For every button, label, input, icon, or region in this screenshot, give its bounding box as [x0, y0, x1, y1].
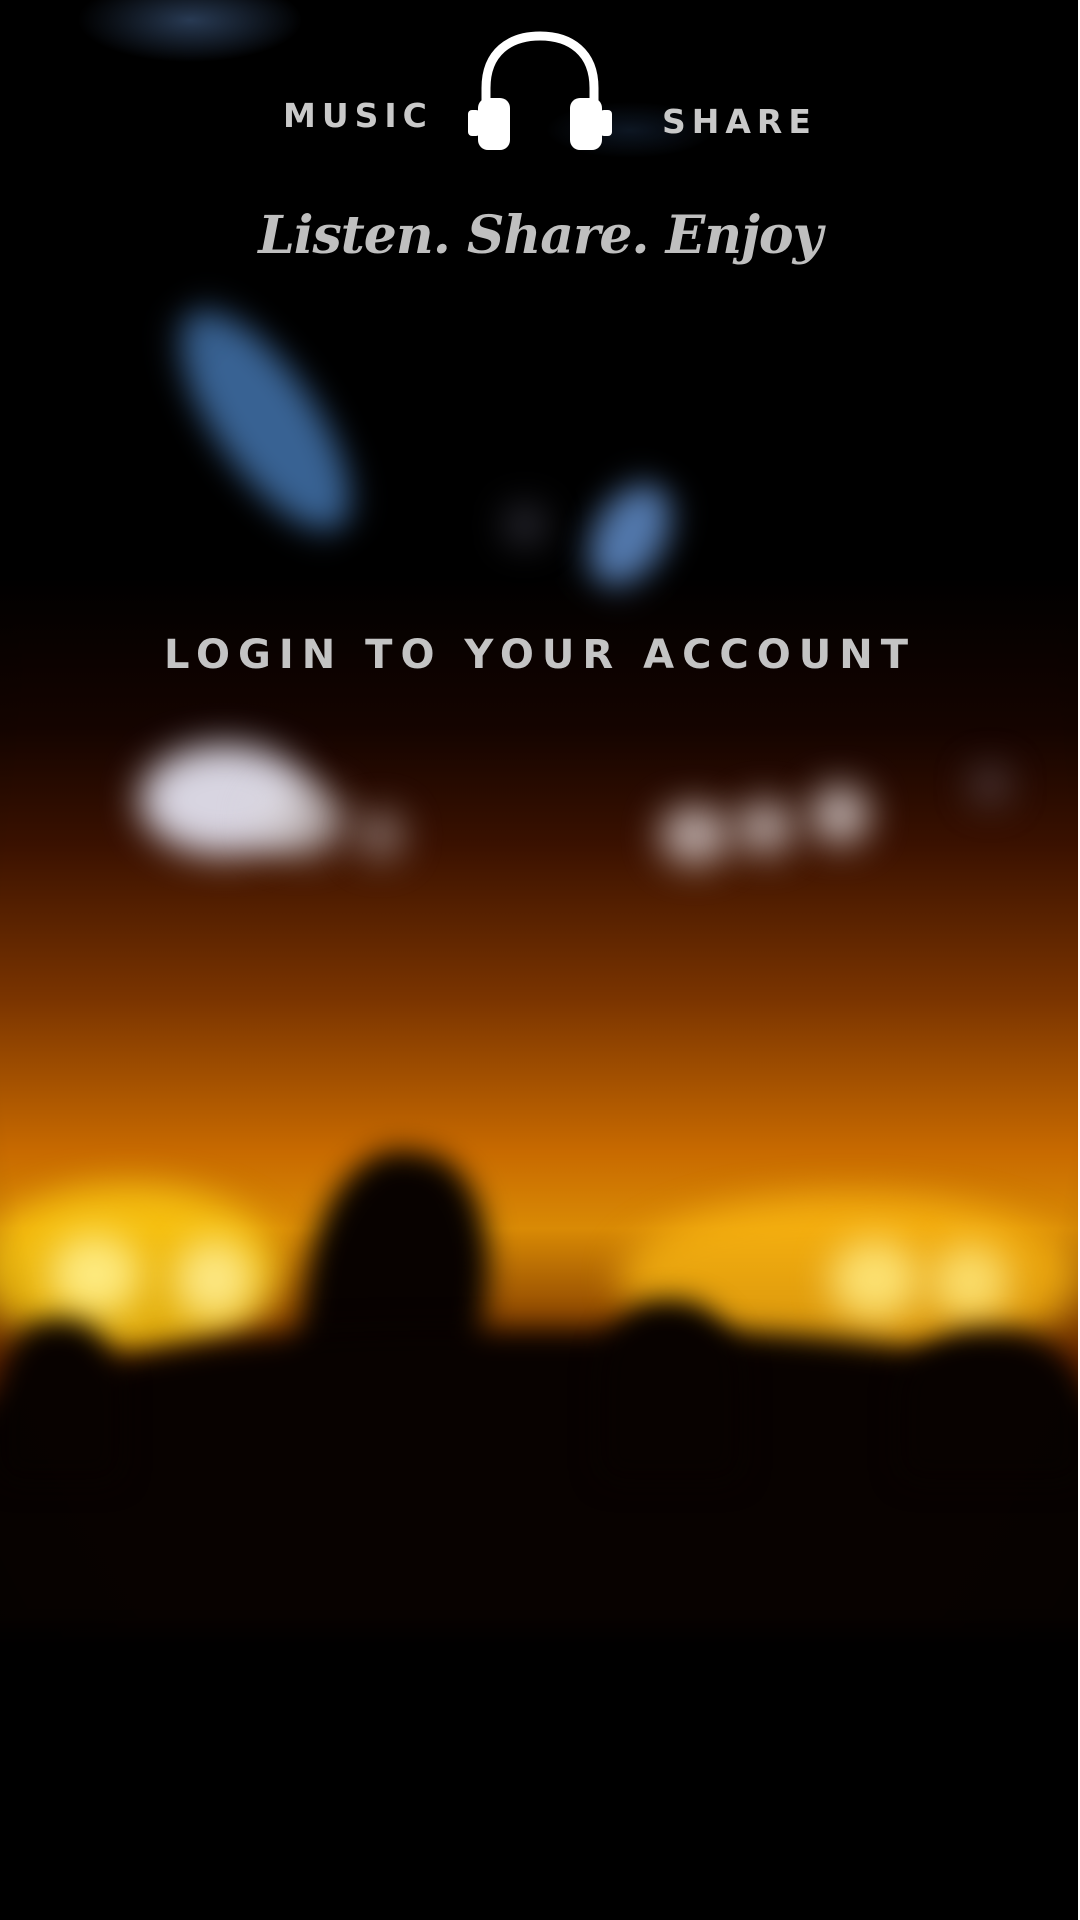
login-screen: MUSIC SHARE Listen. Share. Enjoy LOGIN T…	[0, 0, 1080, 1920]
login-title: LOGIN TO YOUR ACCOUNT	[163, 632, 917, 678]
brand-music-label: MUSIC	[283, 96, 433, 135]
brand-share-label: SHARE	[662, 102, 817, 141]
tagline: Listen. Share. Enjoy	[258, 205, 823, 266]
headphones-icon	[468, 31, 612, 150]
vignette-overlay	[0, 0, 1080, 1920]
